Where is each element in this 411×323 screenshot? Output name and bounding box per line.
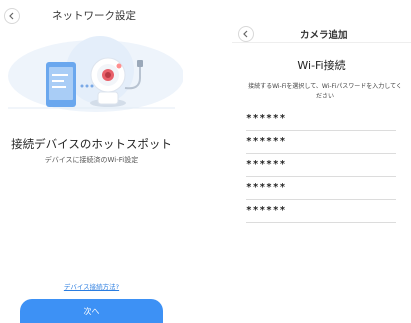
add-camera-screen: カメラ追加 Wi-Fi接続 接続するWi-Fiを選択して、Wi-Fiパスワードを… [232,0,411,323]
device-hotspot-illustration [8,36,183,112]
chevron-left-icon [243,30,248,38]
back-button[interactable] [4,8,20,24]
hotspot-headline: 接続デバイスのホットスポット [11,137,172,151]
page-title: カメラ追加 [300,30,348,41]
page-title: ネットワーク設定 [52,10,136,22]
phone-icon [46,62,76,107]
wifi-ssid: ****** [246,182,287,193]
wifi-connection-title: Wi-Fi接続 [297,59,346,72]
hotspot-subline: デバイスに接続済のWi-Fi設定 [44,156,139,164]
network-settings-screen: ネットワーク設定 接続デバイスのホットスポット デバイスに接続済のWi-Fi設定… [0,0,183,323]
nav-divider [232,42,411,43]
wifi-network-item[interactable]: ****** [246,154,396,177]
wifi-network-item[interactable]: ****** [246,131,396,154]
wifi-ssid: ****** [246,205,287,216]
back-button[interactable] [238,26,254,42]
wifi-network-list: ****** ****** ****** ****** ****** [246,108,396,223]
connection-help-link[interactable]: デバイス接続方法? [0,281,183,291]
next-button[interactable]: 次へ [20,299,163,323]
wifi-instructions: 接続するWi-Fiを選択して、Wi-Fiパスワードを入力してください [248,83,402,100]
wifi-ssid: ****** [246,113,287,124]
wifi-ssid: ****** [246,159,287,170]
wifi-ssid: ****** [246,136,287,147]
screen-gap [183,0,232,323]
wifi-network-item[interactable]: ****** [246,177,396,200]
wifi-network-item[interactable]: ****** [246,200,396,223]
wifi-network-item[interactable]: ****** [246,108,396,131]
chevron-left-icon [9,12,14,20]
